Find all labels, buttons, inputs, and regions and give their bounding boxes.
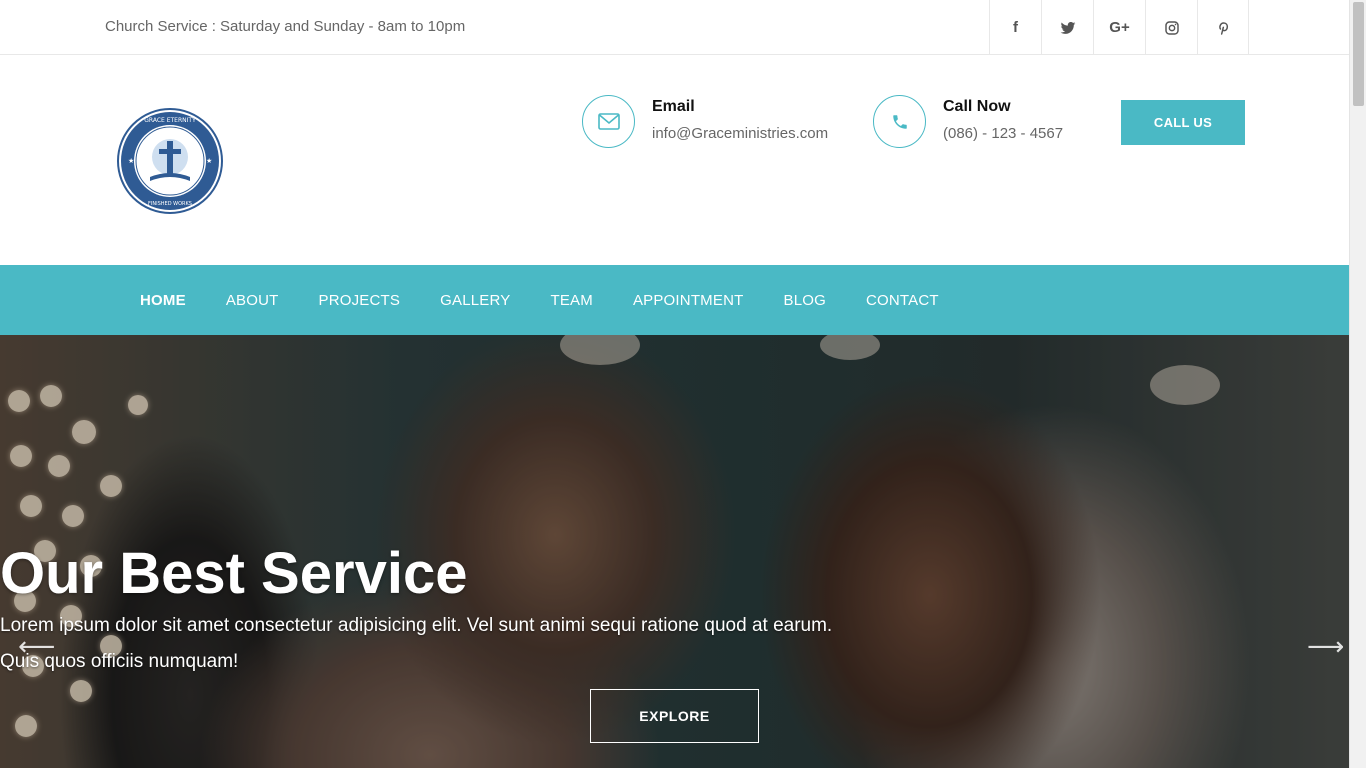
instagram-link[interactable] <box>1145 0 1197 55</box>
email-label: Email <box>652 98 695 115</box>
service-hours-text: Church Service : Saturday and Sunday - 8… <box>105 18 466 35</box>
phone-icon <box>892 114 907 129</box>
email-contact: Email info@Graceministries.com <box>582 95 828 148</box>
pinterest-link[interactable] <box>1197 0 1249 55</box>
explore-button[interactable]: EXPLORE <box>590 689 759 743</box>
phone-icon-circle <box>873 95 926 148</box>
page-scrollbar[interactable] <box>1349 0 1366 768</box>
call-label: Call Now <box>943 98 1011 115</box>
ministry-logo[interactable]: GRACE ETERNITY FINISHED WORKS ★ ★ <box>116 107 224 215</box>
nav-item-gallery[interactable]: GALLERY <box>440 292 510 309</box>
hero-title: Our Best Service <box>0 541 468 606</box>
top-bar: Church Service : Saturday and Sunday - 8… <box>0 0 1349 55</box>
phone-contact: Call Now (086) - 123 - 4567 <box>873 95 1063 148</box>
facebook-link[interactable]: f <box>989 0 1041 55</box>
nav-item-about[interactable]: ABOUT <box>226 292 279 309</box>
phone-number-link[interactable]: (086) - 123 - 4567 <box>943 125 1063 142</box>
svg-text:FINISHED WORKS: FINISHED WORKS <box>148 201 192 207</box>
instagram-icon <box>1164 20 1179 35</box>
social-links: f G+ <box>989 0 1249 55</box>
pinterest-icon <box>1219 21 1229 35</box>
next-slide-arrow-icon[interactable]: ⟶ <box>1307 631 1344 662</box>
twitter-icon <box>1060 21 1075 34</box>
twitter-link[interactable] <box>1041 0 1093 55</box>
prev-slide-arrow-icon[interactable]: ⟵ <box>18 631 55 662</box>
main-nav: HOME ABOUT PROJECTS GALLERY TEAM APPOINT… <box>0 265 1349 335</box>
scrollbar-thumb[interactable] <box>1353 2 1364 106</box>
page: Church Service : Saturday and Sunday - 8… <box>0 0 1349 768</box>
svg-text:★: ★ <box>206 157 212 165</box>
email-address-link[interactable]: info@Graceministries.com <box>652 125 828 142</box>
svg-text:★: ★ <box>128 157 134 165</box>
hero-slider: Our Best Service Lorem ipsum dolor sit a… <box>0 335 1349 768</box>
site-header: GRACE ETERNITY FINISHED WORKS ★ ★ Email … <box>0 55 1349 265</box>
hero-text-line-2: Quis quos officiis numquam! <box>0 651 239 672</box>
nav-item-contact[interactable]: CONTACT <box>866 292 939 309</box>
google-plus-icon: G+ <box>1109 19 1130 36</box>
call-us-button[interactable]: CALL US <box>1121 100 1245 145</box>
hero-text-line-1: Lorem ipsum dolor sit amet consectetur a… <box>0 615 833 636</box>
nav-item-appointment[interactable]: APPOINTMENT <box>633 292 744 309</box>
envelope-icon <box>597 113 620 130</box>
nav-item-home[interactable]: HOME <box>140 292 186 309</box>
svg-text:GRACE ETERNITY: GRACE ETERNITY <box>144 117 196 124</box>
nav-item-team[interactable]: TEAM <box>550 292 592 309</box>
email-icon-circle <box>582 95 635 148</box>
facebook-icon: f <box>1013 19 1018 36</box>
nav-item-blog[interactable]: BLOG <box>783 292 825 309</box>
nav-item-projects[interactable]: PROJECTS <box>319 292 401 309</box>
google-plus-link[interactable]: G+ <box>1093 0 1145 55</box>
